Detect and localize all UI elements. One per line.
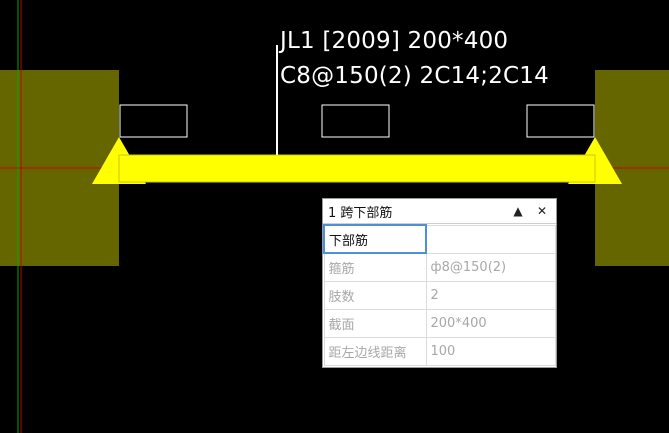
table-row[interactable]: 截面 200*400 (323, 308, 556, 338)
property-table: 下部筋 箍筋 ф8@150(2) 肢数 2 截面 200*400 距左边线距离 … (323, 224, 556, 366)
property-name-cell[interactable]: 下部筋 (323, 224, 427, 254)
property-name-cell: 截面 (323, 308, 427, 338)
property-value-cell[interactable]: 200*400 (425, 308, 556, 338)
property-value-cell[interactable]: 2 (425, 280, 556, 310)
right-top-rebar-box[interactable] (526, 104, 595, 138)
beam-label-line-1[interactable]: JL1 [2009] 200*400 (280, 28, 508, 54)
property-name-cell: 肢数 (323, 280, 427, 310)
property-value-cell[interactable] (425, 224, 556, 254)
property-value-cell[interactable]: 100 (425, 336, 556, 366)
panel-title: 1 跨下部筋 (328, 205, 393, 221)
table-row[interactable]: 距左边线距离 100 (323, 336, 556, 366)
property-name-cell: 箍筋 (323, 252, 427, 282)
close-icon[interactable]: ✕ (533, 202, 551, 220)
span-property-panel: 1 跨下部筋 ▲ ✕ 下部筋 箍筋 ф8@150(2) 肢数 2 截面 200*… (322, 198, 557, 368)
mid-top-rebar-box[interactable] (321, 104, 390, 138)
beam-span[interactable] (119, 155, 595, 182)
property-name-cell: 距左边线距离 (323, 336, 427, 366)
left-top-rebar-box[interactable] (119, 104, 188, 138)
table-row[interactable]: 肢数 2 (323, 280, 556, 310)
property-value-cell[interactable]: ф8@150(2) (425, 252, 556, 282)
beam-label-line-2[interactable]: C8@150(2) 2C14;2C14 (280, 63, 549, 89)
panel-header: 1 跨下部筋 ▲ ✕ (323, 199, 556, 224)
table-row[interactable]: 箍筋 ф8@150(2) (323, 252, 556, 282)
table-row[interactable]: 下部筋 (323, 224, 556, 254)
pin-icon[interactable]: ▲ (509, 202, 527, 220)
